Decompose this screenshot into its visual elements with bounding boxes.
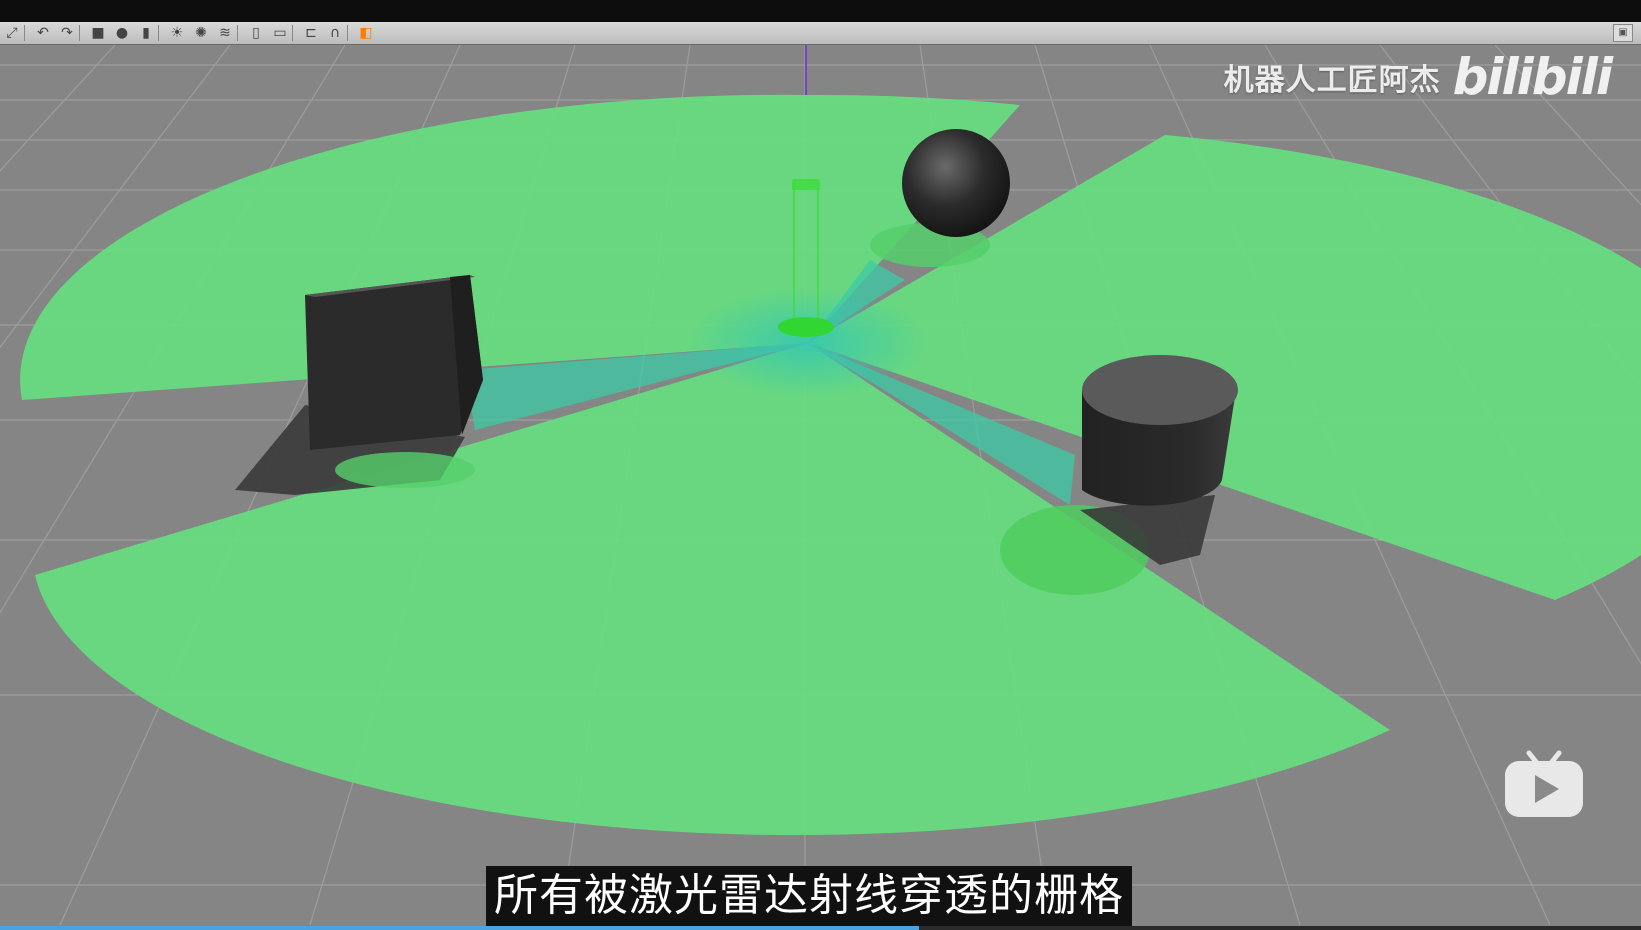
watermark-author: 机器人工匠阿杰 xyxy=(1223,63,1441,98)
spot-light-icon[interactable]: ✺ xyxy=(189,23,213,43)
sphere-icon[interactable]: ● xyxy=(110,23,134,43)
copy-icon[interactable]: ▯ xyxy=(244,23,268,43)
paste-icon[interactable]: ▭ xyxy=(268,23,292,43)
video-progress-fill xyxy=(0,926,919,930)
toolbar-divider xyxy=(158,25,165,41)
sun-icon[interactable]: ☀ xyxy=(165,23,189,43)
video-progress-bar[interactable] xyxy=(0,926,1641,930)
3d-viewport[interactable] xyxy=(0,45,1641,925)
undo-icon[interactable]: ↶ xyxy=(31,23,55,43)
toolbar-divider xyxy=(79,25,86,41)
select-icon[interactable]: ⤢ xyxy=(0,23,24,43)
gazebo-toolbar: ⤢ ↶ ↷ ■ ● ▮ ☀ ✺ ≋ ▯ ▭ ⊏ ∩ ◧ xyxy=(0,22,1641,45)
box-icon[interactable]: ■ xyxy=(86,23,110,43)
directional-light-icon[interactable]: ≋ xyxy=(213,23,237,43)
cylinder-icon[interactable]: ▮ xyxy=(134,23,158,43)
play-icon[interactable] xyxy=(1503,747,1585,819)
bilibili-logo: bilibili xyxy=(1452,48,1613,106)
screenshot-icon[interactable]: ▣ xyxy=(1613,24,1633,42)
align-icon[interactable]: ⊏ xyxy=(299,23,323,43)
toolbar-divider xyxy=(292,25,299,41)
video-subtitle: 所有被激光雷达射线穿透的栅格 xyxy=(486,866,1132,926)
video-top-bar xyxy=(0,0,1641,22)
toolbar-divider xyxy=(24,25,31,41)
video-frame: ⤢ ↶ ↷ ■ ● ▮ ☀ ✺ ≋ ▯ ▭ ⊏ ∩ ◧ ▣ 机器人工匠阿杰 bi… xyxy=(0,0,1641,930)
color-icon[interactable]: ◧ xyxy=(354,23,378,43)
redo-icon[interactable]: ↷ xyxy=(55,23,79,43)
magnet-icon[interactable]: ∩ xyxy=(323,23,347,43)
toolbar-divider xyxy=(237,25,244,41)
bilibili-watermark: 机器人工匠阿杰 bilibili xyxy=(1223,48,1613,106)
toolbar-divider xyxy=(347,25,354,41)
